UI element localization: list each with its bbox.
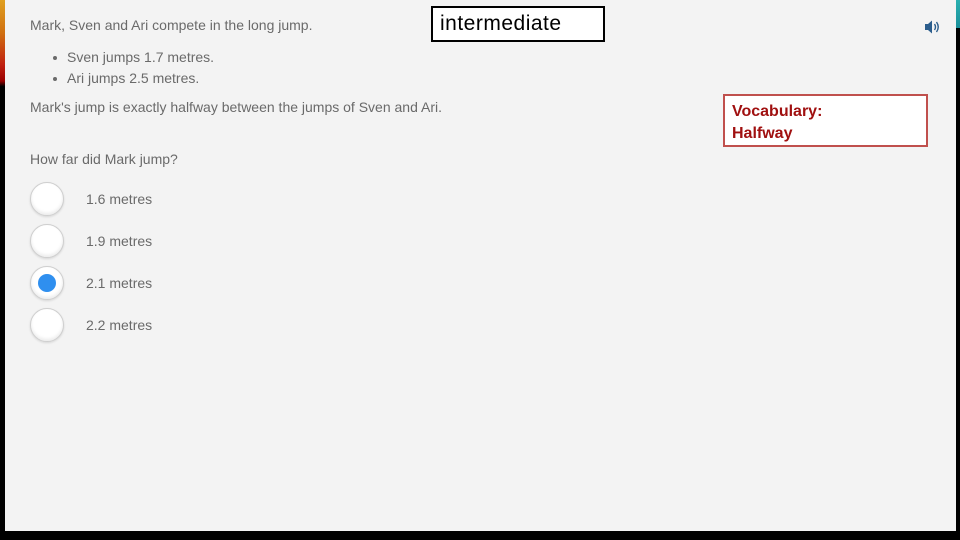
speaker-icon[interactable] [924, 19, 942, 35]
option-label: 2.2 metres [86, 317, 153, 333]
difficulty-label: intermediate [431, 6, 605, 42]
answer-option-4[interactable]: 2.2 metres [30, 304, 152, 346]
answer-options: 1.6 metres 1.9 metres 2.1 metres 2.2 met… [30, 178, 152, 346]
option-label: 1.6 metres [86, 191, 153, 207]
answer-option-2[interactable]: 1.9 metres [30, 220, 152, 262]
answer-option-3[interactable]: 2.1 metres [30, 262, 152, 304]
option-label: 1.9 metres [86, 233, 153, 249]
fact-item: Sven jumps 1.7 metres. [50, 47, 214, 68]
vocabulary-title: Vocabulary: [732, 103, 823, 120]
slide-edge-accent [956, 0, 960, 28]
radio-button[interactable] [30, 266, 64, 300]
radio-selected-dot [38, 274, 56, 292]
vocabulary-word: Halfway [732, 125, 793, 142]
radio-button[interactable] [30, 308, 64, 342]
question-page: Mark, Sven and Ari compete in the long j… [5, 0, 956, 531]
vocabulary-box: Vocabulary: Halfway [723, 94, 928, 147]
radio-button[interactable] [30, 224, 64, 258]
fact-item: Ari jumps 2.5 metres. [50, 68, 214, 89]
radio-button[interactable] [30, 182, 64, 216]
answer-option-1[interactable]: 1.6 metres [30, 178, 152, 220]
question-statement: Mark's jump is exactly halfway between t… [30, 99, 442, 115]
question-prompt: How far did Mark jump? [30, 151, 178, 167]
question-intro: Mark, Sven and Ari compete in the long j… [30, 17, 313, 33]
option-label: 2.1 metres [86, 275, 153, 291]
facts-list: Sven jumps 1.7 metres. Ari jumps 2.5 met… [50, 47, 214, 89]
